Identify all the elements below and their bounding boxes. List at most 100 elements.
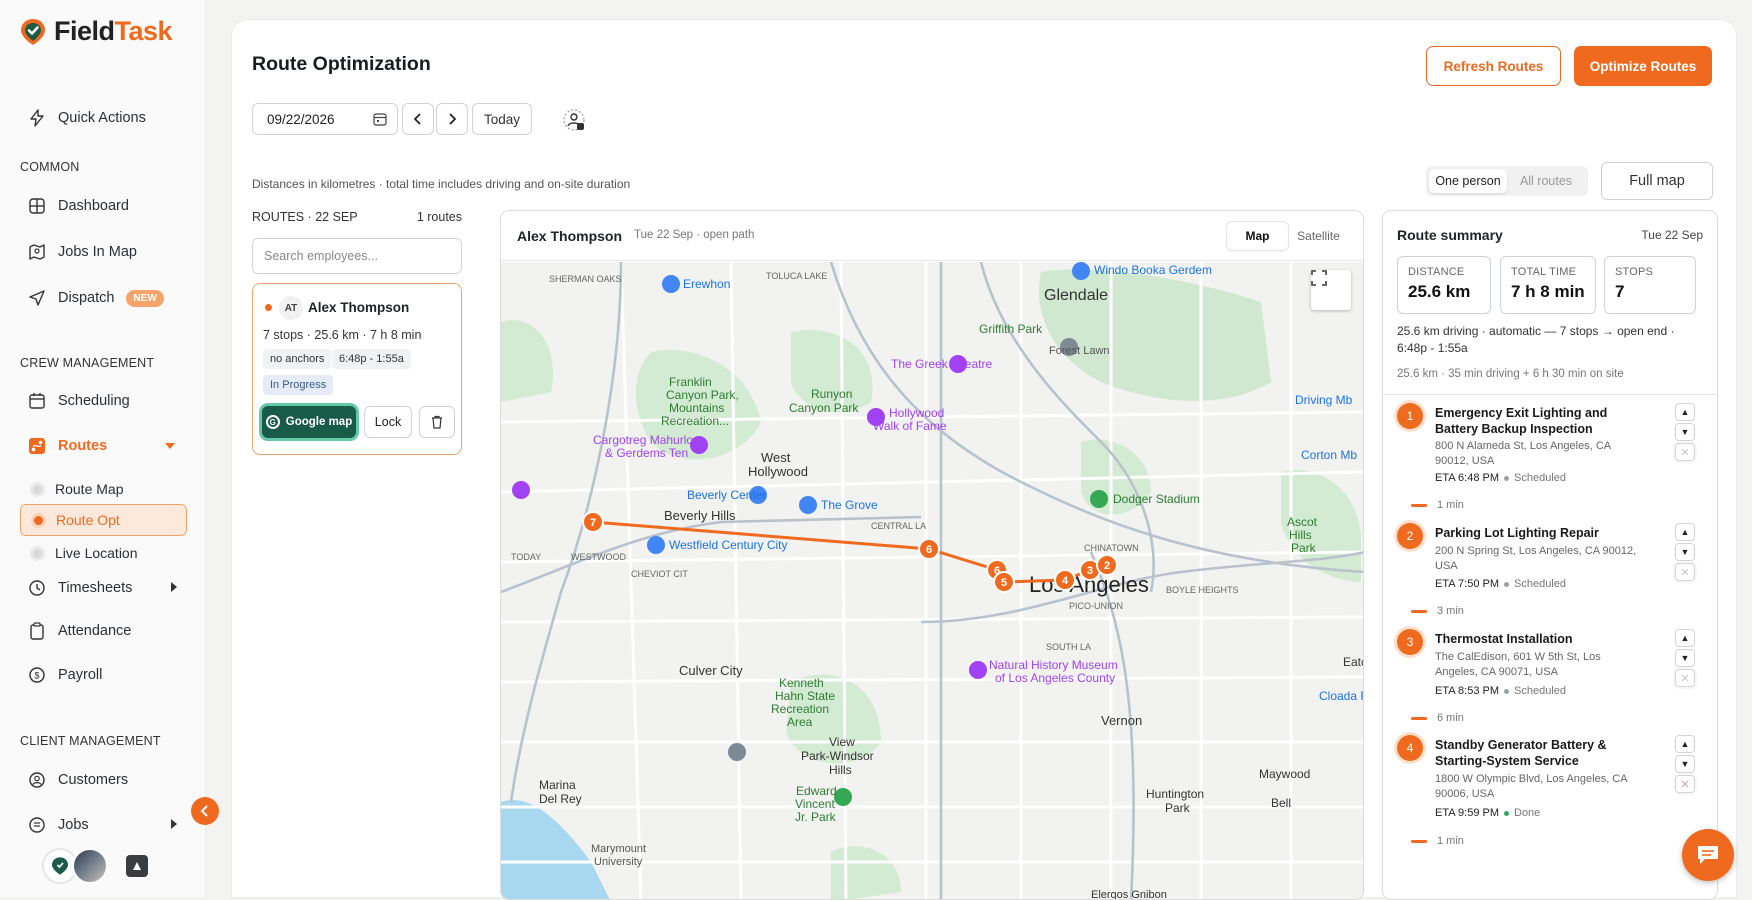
sidebar-item-label: Payroll bbox=[58, 667, 103, 683]
trash-icon bbox=[432, 415, 442, 429]
employee-name: Alex Thompson bbox=[308, 300, 410, 315]
sidebar-item-label: Live Location bbox=[55, 545, 138, 561]
sidebar-item-routes[interactable]: Routes bbox=[18, 429, 188, 463]
map-header: Alex Thompson Tue 22 Sep · open path Map… bbox=[501, 211, 1363, 261]
drive-bar bbox=[1411, 609, 1427, 613]
next-day-button[interactable] bbox=[436, 103, 468, 135]
sidebar-item-quick-actions[interactable]: Quick Actions bbox=[18, 101, 188, 135]
map-label: Beverly Hills bbox=[664, 508, 736, 523]
map-label: Maywood bbox=[1259, 767, 1310, 781]
stop-eta: ETA 9:59 PM Done bbox=[1435, 807, 1540, 819]
chat-button[interactable] bbox=[1682, 829, 1734, 881]
move-up-button[interactable]: ▲ bbox=[1675, 629, 1695, 647]
sidebar-subitem-live-location[interactable]: Live Location bbox=[20, 537, 187, 569]
tab-map[interactable]: Map bbox=[1227, 222, 1288, 250]
map-canvas[interactable]: Glendale Los Angeles Beverly Hills West … bbox=[501, 262, 1364, 900]
sidebar-item-payroll[interactable]: $ Payroll bbox=[18, 658, 188, 692]
caret-down-icon bbox=[164, 438, 176, 454]
sidebar-item-dashboard[interactable]: Dashboard bbox=[18, 189, 188, 223]
employee-route-card[interactable]: AT Alex Thompson 7 stops · 25.6 km · 7 h… bbox=[252, 283, 462, 455]
map-label: University bbox=[594, 856, 643, 868]
map-label: PICO-UNION bbox=[1069, 601, 1123, 611]
move-up-button[interactable]: ▲ bbox=[1675, 403, 1695, 421]
remove-stop-button[interactable]: ✕ bbox=[1675, 443, 1695, 461]
send-icon bbox=[28, 289, 46, 307]
assign-person-icon[interactable] bbox=[562, 108, 586, 132]
full-map-button[interactable]: Full map bbox=[1601, 162, 1713, 200]
drive-bar bbox=[1411, 839, 1427, 843]
status-dot bbox=[1504, 688, 1509, 694]
stop-number: 3 bbox=[1397, 629, 1423, 655]
employee-avatar: AT bbox=[279, 296, 303, 320]
map-label: Runyon bbox=[811, 387, 852, 401]
fullscreen-icon bbox=[1311, 270, 1327, 286]
drive-time: 1 min bbox=[1437, 499, 1464, 511]
drive-segment: 6 min bbox=[1411, 712, 1464, 724]
map-label: Marymount bbox=[591, 843, 646, 855]
move-down-button[interactable]: ▼ bbox=[1675, 649, 1695, 667]
sidebar-subitem-route-map[interactable]: Route Map bbox=[20, 473, 187, 505]
tab-satellite[interactable]: Satellite bbox=[1288, 222, 1349, 250]
map-label: Vernon bbox=[1101, 713, 1142, 728]
sidebar-item-dispatch[interactable]: Dispatch NEW bbox=[18, 281, 188, 315]
move-up-button[interactable]: ▲ bbox=[1675, 523, 1695, 541]
employee-route-stats: 7 stops · 25.6 km · 7 h 8 min bbox=[263, 328, 422, 342]
eta-time: ETA 9:59 PM bbox=[1435, 807, 1499, 819]
move-down-button[interactable]: ▼ bbox=[1675, 423, 1695, 441]
one-person-toggle[interactable]: One person bbox=[1429, 169, 1507, 193]
calendar-icon[interactable] bbox=[373, 112, 387, 126]
app-switcher-icon[interactable] bbox=[126, 855, 148, 877]
date-field[interactable]: 09/22/2026 bbox=[252, 103, 398, 135]
sidebar-item-label: Route Opt bbox=[56, 512, 120, 528]
map-label: View bbox=[829, 735, 855, 749]
drive-bar bbox=[1411, 503, 1427, 507]
sidebar-item-attendance[interactable]: Attendance bbox=[18, 614, 188, 648]
sidebar-item-customers[interactable]: Customers bbox=[18, 763, 188, 797]
map-label: BOYLE HEIGHTS bbox=[1166, 585, 1239, 595]
remove-stop-button[interactable]: ✕ bbox=[1675, 669, 1695, 687]
route-marker-7: 7 bbox=[582, 511, 604, 533]
chat-icon bbox=[1698, 846, 1718, 864]
all-routes-toggle[interactable]: All routes bbox=[1507, 169, 1585, 193]
remove-stop-button[interactable]: ✕ bbox=[1675, 563, 1695, 581]
sidebar: FieldTask Quick Actions COMMON Dashboard… bbox=[0, 0, 206, 897]
map-label: The Grove bbox=[821, 498, 878, 512]
svg-text:6: 6 bbox=[926, 544, 932, 556]
move-down-button[interactable]: ▼ bbox=[1675, 755, 1695, 773]
optimize-routes-button[interactable]: Optimize Routes bbox=[1574, 46, 1712, 86]
svg-text:2: 2 bbox=[1104, 560, 1110, 572]
park-area bbox=[831, 846, 901, 899]
prev-day-button[interactable] bbox=[402, 103, 434, 135]
distance-stat: DISTANCE 25.6 km bbox=[1397, 256, 1491, 314]
sidebar-item-scheduling[interactable]: Scheduling bbox=[18, 384, 188, 418]
user-avatar[interactable] bbox=[72, 848, 108, 884]
svg-text:4: 4 bbox=[1062, 575, 1069, 587]
google-map-button[interactable]: G Google map bbox=[262, 406, 356, 438]
lock-button[interactable]: Lock bbox=[364, 406, 412, 438]
refresh-routes-button[interactable]: Refresh Routes bbox=[1426, 46, 1561, 86]
sidebar-subitem-route-opt[interactable]: Route Opt bbox=[20, 504, 187, 536]
sidebar-item-jobs[interactable]: Jobs bbox=[18, 808, 188, 842]
delete-route-button[interactable] bbox=[419, 406, 455, 438]
remove-stop-button[interactable]: ✕ bbox=[1675, 775, 1695, 793]
employee-search-input[interactable]: Search employees... bbox=[252, 238, 462, 274]
stop-status: Done bbox=[1514, 807, 1541, 819]
sidebar-item-jobs-in-map[interactable]: Jobs In Map bbox=[18, 235, 188, 269]
move-up-button[interactable]: ▲ bbox=[1675, 735, 1695, 753]
logo-text-task: Task bbox=[114, 16, 173, 46]
view-toggle[interactable]: One person All routes bbox=[1426, 166, 1588, 196]
total-time-stat: TOTAL TIME 7 h 8 min bbox=[1500, 256, 1596, 314]
map-graphic[interactable]: Glendale Los Angeles Beverly Hills West … bbox=[501, 262, 1364, 900]
today-button[interactable]: Today bbox=[472, 103, 532, 135]
collapse-sidebar-button[interactable] bbox=[191, 797, 219, 825]
fullscreen-button[interactable] bbox=[1311, 270, 1351, 310]
map-label: Recreation bbox=[771, 702, 829, 716]
clipboard-icon bbox=[28, 622, 46, 640]
new-badge: NEW bbox=[126, 289, 164, 307]
date-value: 09/22/2026 bbox=[267, 111, 335, 127]
sidebar-item-timesheets[interactable]: Timesheets bbox=[18, 571, 188, 605]
stop-address: 200 N Spring St, Los Angeles, CA 90012, … bbox=[1435, 545, 1637, 572]
move-down-button[interactable]: ▼ bbox=[1675, 543, 1695, 561]
logo[interactable]: FieldTask bbox=[18, 16, 173, 47]
map-label: Erewhon bbox=[683, 277, 730, 291]
